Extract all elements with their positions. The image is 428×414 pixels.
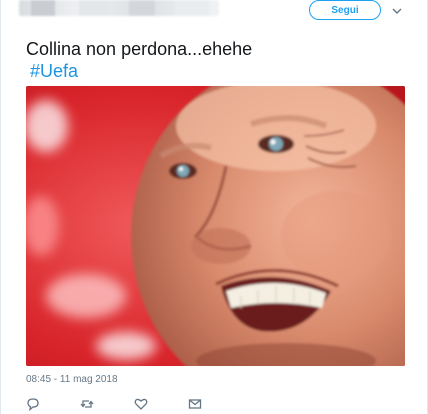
tweet-card: Segui Collina non perdona...ehehe #Uefa xyxy=(0,0,428,414)
envelope-icon[interactable] xyxy=(187,396,203,412)
follow-button[interactable]: Segui xyxy=(309,0,381,20)
tweet-timestamp[interactable]: 08:45 - 11 mag 2018 xyxy=(26,374,118,385)
tweet-header: Segui xyxy=(1,0,428,26)
retweet-icon[interactable] xyxy=(79,396,95,412)
tweet-actions xyxy=(23,396,223,412)
heart-icon[interactable] xyxy=(133,396,149,412)
hashtag-link[interactable]: #Uefa xyxy=(26,60,406,82)
chevron-down-icon[interactable] xyxy=(391,4,403,16)
tweet-photo[interactable] xyxy=(26,86,405,366)
tweet-body: Collina non perdona...ehehe xyxy=(26,39,253,59)
reply-icon[interactable] xyxy=(25,396,41,412)
blurred-account-info xyxy=(19,0,219,16)
tweet-text: Collina non perdona...ehehe #Uefa xyxy=(26,38,406,82)
